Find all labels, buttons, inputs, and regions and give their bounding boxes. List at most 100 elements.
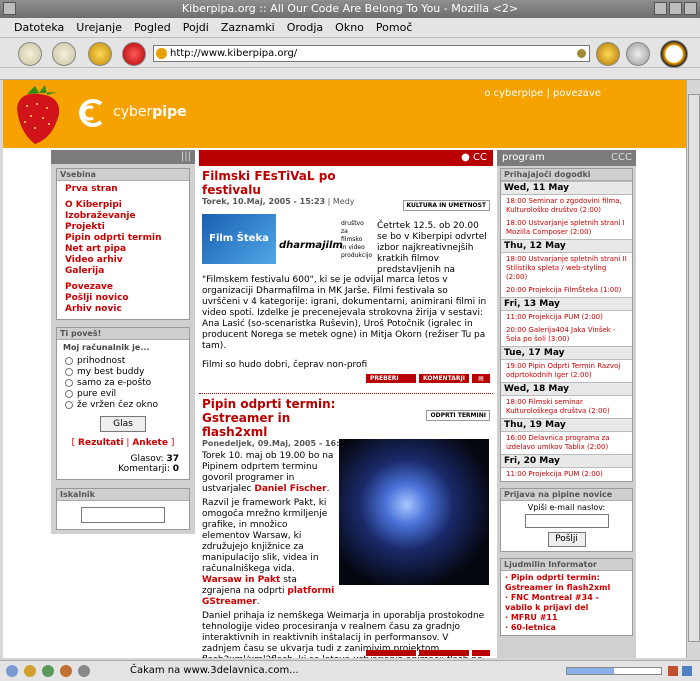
ccc-icon: CCC bbox=[611, 152, 632, 163]
security-icon bbox=[668, 666, 678, 676]
results-link[interactable]: Rezultati bbox=[78, 438, 124, 448]
menu-link-about[interactable]: O Kiberpipi bbox=[65, 200, 181, 211]
print-icon[interactable] bbox=[472, 650, 490, 656]
menu-link-gallery[interactable]: Galerija bbox=[65, 266, 181, 277]
radio-button[interactable] bbox=[65, 367, 73, 376]
menu-link-video-archive[interactable]: Video arhiv bbox=[65, 255, 181, 266]
menu-bookmarks[interactable]: Zaznamki bbox=[221, 21, 275, 34]
search-input[interactable] bbox=[81, 507, 165, 523]
event-item[interactable]: 16:00 Delavnica programa za izdelavo umi… bbox=[501, 432, 632, 454]
menu-file[interactable]: Datoteka bbox=[14, 21, 64, 34]
url-field[interactable]: http://www.kiberpipa.org/ bbox=[153, 45, 590, 62]
comments-label: Komentarji: bbox=[118, 464, 170, 474]
back-icon[interactable] bbox=[18, 42, 42, 66]
progress-bar bbox=[566, 667, 662, 675]
radio-button[interactable] bbox=[65, 356, 73, 365]
informator-item[interactable]: · FNC Montreal #34 - vabilo k prijavi de… bbox=[505, 593, 628, 613]
menu-go[interactable]: Pojdi bbox=[183, 21, 209, 34]
event-item[interactable]: 20:00 Projekcija FilmŠteka (1:00) bbox=[501, 284, 632, 297]
maximize-button[interactable] bbox=[669, 2, 682, 15]
menu-link-links[interactable]: Povezave bbox=[65, 282, 181, 293]
menu-link-open-term[interactable]: Pipin odprti termin bbox=[65, 233, 181, 244]
comments-button[interactable] bbox=[419, 650, 469, 656]
event-day-header: Wed, 18 May bbox=[501, 382, 632, 396]
event-item[interactable]: 18:00 Ustvarjanje spletnih strani II Sti… bbox=[501, 253, 632, 284]
informator-item[interactable]: · MFRU #11 bbox=[505, 613, 628, 623]
stop-icon[interactable] bbox=[122, 42, 146, 66]
poll-option[interactable]: samo za e-pošto bbox=[63, 377, 183, 388]
menu-link-net-art[interactable]: Net art pipa bbox=[65, 244, 181, 255]
radio-button[interactable] bbox=[65, 400, 73, 409]
close-button[interactable] bbox=[684, 2, 697, 15]
search-icon[interactable] bbox=[596, 42, 620, 66]
poll-option[interactable]: prihodnost bbox=[63, 355, 183, 366]
header-links[interactable]: o cyberpipe | povezave bbox=[484, 88, 601, 99]
article-author: Medy bbox=[332, 197, 355, 206]
event-item[interactable]: 11:00 Projekcija PUM (2:00) bbox=[501, 311, 632, 324]
person-link[interactable]: Daniel Fischer bbox=[254, 484, 326, 494]
read-more-button[interactable] bbox=[366, 650, 416, 656]
menu-edit[interactable]: Urejanje bbox=[76, 21, 122, 34]
email-input[interactable] bbox=[524, 514, 609, 528]
window-menu-button[interactable] bbox=[3, 2, 16, 15]
warsaw-pakt-link[interactable]: Warsaw in Pakt bbox=[202, 575, 280, 585]
reload-icon[interactable] bbox=[88, 42, 112, 66]
chat-icon[interactable] bbox=[60, 665, 72, 677]
article-end: Filmi so hudo dobri, čeprav non-profi bbox=[202, 360, 368, 370]
radio-button[interactable] bbox=[65, 378, 73, 387]
favicon-icon bbox=[156, 48, 167, 59]
event-item[interactable]: 20:00 Galerija404 Jaka Vinšek - Šola po … bbox=[501, 324, 632, 346]
polls-link[interactable]: Ankete bbox=[132, 438, 168, 448]
informator-item[interactable]: · 60-letnica bbox=[505, 623, 628, 633]
comments-button[interactable]: KOMENTARJI bbox=[419, 374, 469, 383]
event-item[interactable]: 19:00 Pipin Odprti Termin Razvoj odprtok… bbox=[501, 360, 632, 382]
print-icon[interactable] bbox=[626, 42, 650, 66]
event-item[interactable]: 18:00 Filmski seminar Kulturološkega dru… bbox=[501, 396, 632, 418]
menu-link-home[interactable]: Prva stran bbox=[65, 184, 181, 195]
poll-option[interactable]: pure evil bbox=[63, 388, 183, 399]
read-more-button[interactable]: PREBERI VEČ bbox=[366, 374, 416, 391]
program-header: program CCC bbox=[497, 150, 636, 166]
menu-link-projects[interactable]: Projekti bbox=[65, 222, 181, 233]
poll-option-label: prihodnost bbox=[77, 355, 126, 366]
informator-item-label: Pipin odprti termin: Gstreamer in flash2… bbox=[505, 572, 611, 592]
addressbook-icon[interactable] bbox=[78, 665, 90, 677]
menu-link-send-news[interactable]: Pošlji novico bbox=[65, 293, 181, 304]
article-date: Ponedeljek, 09.Maj, 2005 - 16:51 bbox=[202, 439, 351, 448]
informator-item[interactable]: · Pipin odprti termin: Gstreamer in flas… bbox=[505, 573, 628, 593]
category-badge[interactable]: KULTURA IN UMETNOST bbox=[402, 200, 490, 211]
site-logo-text[interactable]: cyberpipe bbox=[113, 104, 187, 120]
vote-button[interactable]: Glas bbox=[100, 416, 146, 432]
vertical-scrollbar[interactable] bbox=[686, 80, 700, 658]
print-icon[interactable]: ▤ bbox=[472, 374, 490, 383]
send-button[interactable]: Pošlji bbox=[547, 531, 586, 547]
scrollbar-thumb[interactable] bbox=[688, 94, 700, 642]
menu-link-news-archive[interactable]: Arhiv novic bbox=[65, 304, 181, 315]
article-actions: PREBERI VEČ KOMENTARJI ▤ bbox=[366, 374, 490, 391]
article-title[interactable]: Pipin odprti termin: Gstreamer in flash2… bbox=[202, 397, 352, 439]
menu-link-education[interactable]: Izobraževanje bbox=[65, 211, 181, 222]
article-title[interactable]: Filmski FEsTiVaL po festivalu bbox=[202, 169, 372, 197]
composer-icon[interactable] bbox=[42, 665, 54, 677]
navigator-icon[interactable] bbox=[6, 665, 18, 677]
menu-view[interactable]: Pogled bbox=[134, 21, 171, 34]
event-item[interactable]: 18:00 Seminar o zgodovini filma, Kulturo… bbox=[501, 195, 632, 217]
menu-tools[interactable]: Orodja bbox=[287, 21, 323, 34]
forward-icon[interactable] bbox=[52, 42, 76, 66]
tab-strip bbox=[0, 68, 700, 80]
event-day-header: Thu, 12 May bbox=[501, 239, 632, 253]
event-item[interactable]: 18:00 Ustvarjanje spletnih strani I Mozi… bbox=[501, 217, 632, 239]
event-item[interactable]: 11:00 Projekcija PUM (2:00) bbox=[501, 468, 632, 481]
url-dropdown-icon[interactable] bbox=[577, 49, 586, 58]
informator-item-label: MFRU #11 bbox=[510, 612, 558, 622]
menu-help[interactable]: Pomoč bbox=[376, 21, 412, 34]
poll-option[interactable]: my best buddy bbox=[63, 366, 183, 377]
mail-icon[interactable] bbox=[24, 665, 36, 677]
category-badge[interactable]: ODPRTI TERMINI bbox=[426, 410, 490, 421]
menu-window[interactable]: Okno bbox=[335, 21, 364, 34]
content-menu-heading: Vsebina bbox=[57, 169, 189, 181]
bars-icon: ||| bbox=[180, 151, 191, 162]
radio-button[interactable] bbox=[65, 389, 73, 398]
minimize-button[interactable] bbox=[654, 2, 667, 15]
poll-option[interactable]: že vržen čez okno bbox=[63, 399, 183, 410]
